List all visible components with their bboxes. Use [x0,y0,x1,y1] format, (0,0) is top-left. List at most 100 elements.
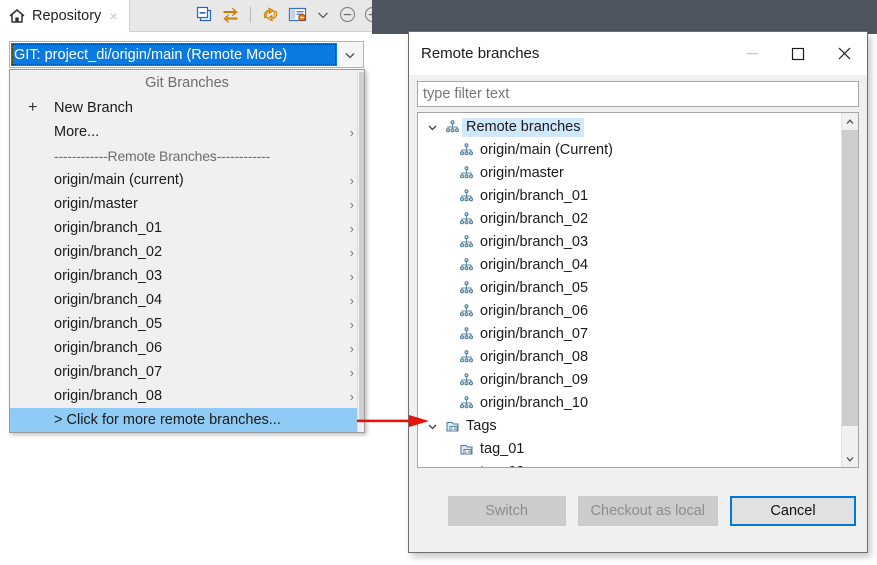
tree-item-label: origin/branch_04 [480,257,589,273]
branch-icon [456,304,476,319]
tree-item-label: origin/branch_10 [480,395,589,411]
tree-item-label: origin/branch_08 [480,349,589,365]
tree-item-origin-branch-09[interactable]: origin/branch_09 [418,369,841,392]
filter-input[interactable]: type filter text [417,81,859,107]
dropdown-item-origin-branch-08[interactable]: origin/branch_08 › [10,384,364,408]
chevron-right-icon: › [349,388,354,404]
branch-icon [456,281,476,296]
dropdown-item-label: New Branch [54,100,133,116]
tree-items: Remote branches origin/main (Current) or… [418,113,841,467]
branch-icon [456,189,476,204]
git-branches-dropdown[interactable]: Git Branches + New Branch More... › ----… [9,69,365,433]
minimize-view-icon[interactable] [339,6,356,23]
tree-item-label: tag_01 [480,441,525,457]
view-menu-icon[interactable] [315,7,331,23]
tree-item-origin-branch-02[interactable]: origin/branch_02 [418,208,841,231]
tab-repository[interactable]: Repository × [0,0,130,32]
minimize-button[interactable] [729,32,775,75]
dropdown-item-origin-master[interactable]: origin/master › [10,192,364,216]
maximize-button[interactable] [775,32,821,75]
branches-tree[interactable]: Remote branches origin/main (Current) or… [417,112,859,468]
dialog-title: Remote branches [421,45,540,62]
tree-item-origin-branch-07[interactable]: origin/branch_07 [418,323,841,346]
dialog-body: type filter text Remote branches origin/… [409,75,867,468]
collapse-all-icon[interactable] [196,6,213,23]
tree-item-origin-branch-03[interactable]: origin/branch_03 [418,231,841,254]
close-button[interactable] [821,32,867,75]
dropdown-item-more-remote-branches[interactable]: > Click for more remote branches... [10,408,364,432]
scroll-down-icon[interactable] [842,450,858,467]
cancel-button[interactable]: Cancel [730,496,856,526]
tree-item-origin-branch-04[interactable]: origin/branch_04 [418,254,841,277]
link-with-editor-icon[interactable] [221,6,240,23]
red-right-arrow [357,414,432,428]
close-icon[interactable]: × [109,8,117,24]
chevron-right-icon: › [349,244,354,260]
refresh-icon[interactable] [261,6,280,23]
tree-item-tag-02[interactable]: 1.0 tag_02 [418,461,841,467]
tree-scrollbar[interactable] [841,113,858,467]
repository-view: Repository × GIT: project_di/origin/main… [0,0,381,565]
dropdown-item-label: origin/branch_04 [54,292,163,308]
dropdown-item-new-branch[interactable]: + New Branch [10,96,364,120]
dropdown-item-more[interactable]: More... › [10,120,364,144]
switch-button[interactable]: Switch [447,496,566,526]
dropdown-item-label: origin/branch_07 [54,364,163,380]
branch-icon [456,235,476,250]
branch-icon [456,350,476,365]
home-icon [8,7,26,25]
branch-icon [456,166,476,181]
dropdown-item-origin-branch-01[interactable]: origin/branch_01 › [10,216,364,240]
tag-icon: 1.0 [442,419,462,434]
dropdown-item-origin-branch-06[interactable]: origin/branch_06 › [10,336,364,360]
filter-placeholder: type filter text [423,86,510,102]
properties-icon[interactable] [288,6,307,23]
tree-item-origin-main[interactable]: origin/main (Current) [418,139,841,162]
scrollbar-thumb[interactable] [359,72,364,422]
scrollbar-thumb[interactable] [842,130,858,426]
dropdown-item-label: origin/main (current) [54,172,184,188]
tree-item-tag-01[interactable]: 1.0 tag_01 [418,438,841,461]
tab-label: Repository [32,8,102,24]
tree-item-origin-branch-01[interactable]: origin/branch_01 [418,185,841,208]
checkout-as-local-button[interactable]: Checkout as local [577,496,718,526]
svg-text:1.0: 1.0 [450,426,456,431]
dropdown-item-origin-branch-07[interactable]: origin/branch_07 › [10,360,364,384]
tree-item-origin-master[interactable]: origin/master [418,162,841,185]
branch-icon [456,396,476,411]
dropdown-item-origin-branch-02[interactable]: origin/branch_02 › [10,240,364,264]
scroll-up-icon[interactable] [842,113,858,130]
tree-item-origin-branch-06[interactable]: origin/branch_06 [418,300,841,323]
tree-item-origin-branch-05[interactable]: origin/branch_05 [418,277,841,300]
chevron-down-icon[interactable] [422,122,442,133]
toolbar-separator [250,6,251,23]
dropdown-item-label: More... [54,124,100,140]
dropdown-item-origin-main[interactable]: origin/main (current) › [10,168,364,192]
dropdown-item-origin-branch-03[interactable]: origin/branch_03 › [10,264,364,288]
chevron-right-icon: › [349,124,354,140]
svg-text:1.0: 1.0 [464,449,470,454]
repository-selector-combo[interactable]: GIT: project_di/origin/main (Remote Mode… [9,41,364,68]
chevron-down-icon[interactable] [337,42,363,67]
remote-branches-dialog: Remote branches type filter text Remote … [408,31,868,553]
tree-item-label: origin/branch_02 [480,211,589,227]
tree-item-label: tag_02 [476,463,528,467]
chevron-right-icon: › [349,172,354,188]
dropdown-item-label: origin/branch_02 [54,244,163,260]
chevron-right-icon: › [349,316,354,332]
dropdown-scrollbar[interactable] [357,70,364,432]
dropdown-item-origin-branch-04[interactable]: origin/branch_04 › [10,288,364,312]
window-controls [729,32,867,75]
repository-selector-value[interactable]: GIT: project_di/origin/main (Remote Mode… [11,43,337,66]
tag-icon: 1.0 [456,465,476,467]
tree-item-origin-branch-10[interactable]: origin/branch_10 [418,392,841,415]
dropdown-item-origin-branch-05[interactable]: origin/branch_05 › [10,312,364,336]
branch-icon [456,143,476,158]
dropdown-item-label: origin/branch_01 [54,220,163,236]
dropdown-item-label: origin/branch_03 [54,268,163,284]
tree-item-origin-branch-08[interactable]: origin/branch_08 [418,346,841,369]
tree-item-remote-branches[interactable]: Remote branches [418,116,841,139]
tree-item-tags[interactable]: 1.0 Tags [418,415,841,438]
dropdown-item-label: origin/branch_05 [54,316,163,332]
tag-icon: 1.0 [456,442,476,457]
